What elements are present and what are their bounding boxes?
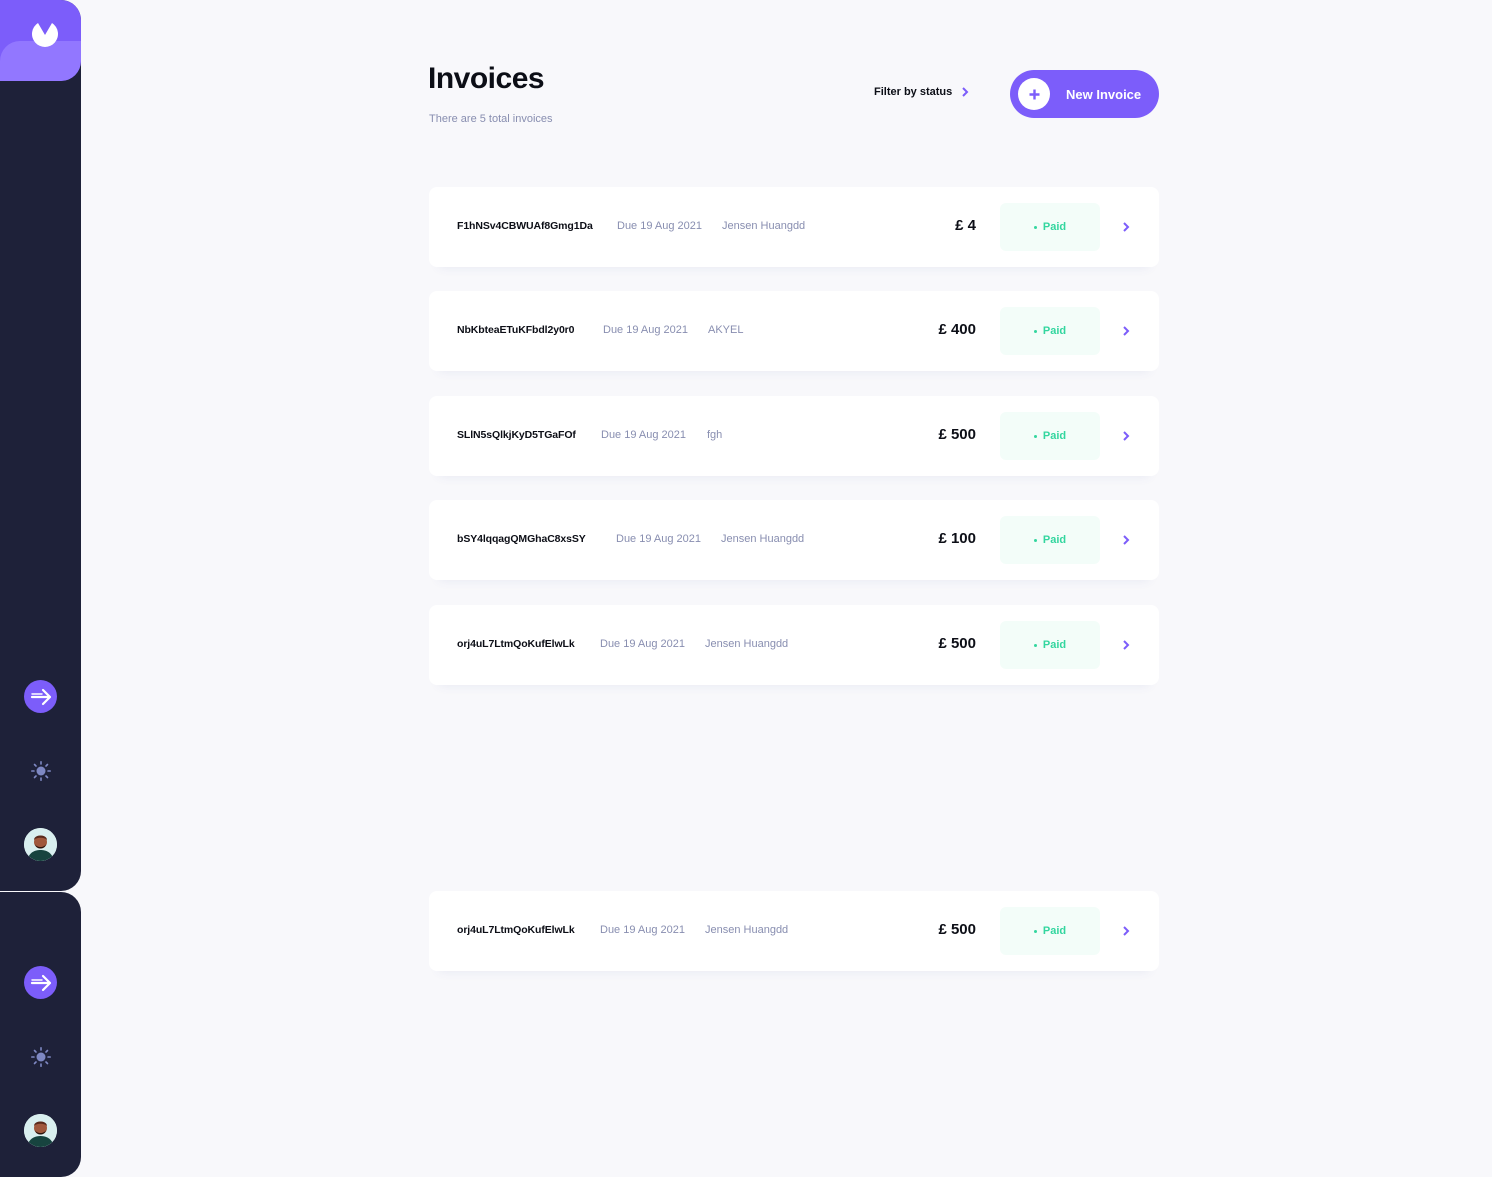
avatar-image [24,828,57,861]
filter-label: Filter by status [874,86,953,98]
invoice-due-date: Due 19 Aug 2021 [603,324,689,336]
status-badge: Paid [1000,412,1100,460]
status-label: Paid [1042,534,1067,546]
invoice-id: F1hNSv4CBWUAf8Gmg1Da [457,220,593,232]
arrow-right-button[interactable] [24,680,57,713]
logo[interactable] [0,0,81,81]
page-title: Invoices [428,62,545,95]
sidebar [0,0,81,891]
invoice-row[interactable]: NbKbteaETuKFbdl2y0r0 Due 19 Aug 2021 AKY… [429,291,1159,371]
invoice-client: Jensen Huangdd [705,638,789,650]
arrow-right-button[interactable] [24,966,57,999]
invoice-due-date: Due 19 Aug 2021 [601,429,687,441]
invoice-client: Jensen Huangdd [721,533,805,545]
invoice-amount: £ 100 [938,530,976,547]
chevron-right-icon [1123,431,1130,441]
status-badge: Paid [1000,307,1100,355]
plus-icon [1018,78,1050,110]
status-dot [1033,929,1037,933]
invoice-amount: £ 500 [938,426,976,443]
invoice-due-date: Due 19 Aug 2021 [617,220,703,232]
sun-icon [30,760,51,781]
invoice-id: SLlN5sQlkjKyD5TGaFOf [457,429,576,441]
invoice-row[interactable]: bSY4lqqagQMGhaC8xsSY Due 19 Aug 2021 Jen… [429,500,1159,580]
chevron-right-icon [1123,640,1130,650]
invoice-due-date: Due 19 Aug 2021 [600,924,686,936]
avatar[interactable] [24,828,57,861]
status-badge: Paid [1000,907,1100,955]
status-label: Paid [1042,325,1067,337]
invoice-amount: £ 400 [938,321,976,338]
arrow-right-icon [30,688,51,705]
status-label: Paid [1042,221,1067,233]
chevron-right-icon [1123,535,1130,545]
theme-toggle-button[interactable] [24,754,57,787]
logo-icon [32,23,58,47]
invoice-row[interactable]: orj4uL7LtmQoKufElwLk Due 19 Aug 2021 Jen… [429,605,1159,685]
new-invoice-label: New Invoice [1066,86,1142,102]
invoice-client: Jensen Huangdd [722,220,806,232]
status-dot [1033,538,1037,542]
status-badge: Paid [1000,203,1100,251]
invoice-id: NbKbteaETuKFbdl2y0r0 [457,324,575,336]
invoice-due-date: Due 19 Aug 2021 [600,638,686,650]
status-badge: Paid [1000,516,1100,564]
status-dot [1033,643,1037,647]
invoice-due-date: Due 19 Aug 2021 [616,533,702,545]
status-label: Paid [1042,430,1067,442]
invoice-row[interactable]: SLlN5sQlkjKyD5TGaFOf Due 19 Aug 2021 fgh… [429,396,1159,476]
status-dot [1033,329,1037,333]
status-label: Paid [1042,925,1067,937]
invoice-amount: £ 500 [938,921,976,938]
new-invoice-button[interactable]: New Invoice [1010,70,1159,118]
sidebar-duplicate [0,892,81,1177]
status-dot [1033,225,1037,229]
chevron-right-icon [1123,326,1130,336]
filter-by-status-dropdown[interactable]: Filter by status [874,86,969,98]
status-label: Paid [1042,639,1067,651]
sun-icon [30,1046,51,1067]
arrow-right-icon [30,974,51,991]
invoice-row[interactable]: F1hNSv4CBWUAf8Gmg1Da Due 19 Aug 2021 Jen… [429,187,1159,267]
invoice-amount: £ 500 [938,635,976,652]
avatar[interactable] [24,1114,57,1147]
invoice-id: orj4uL7LtmQoKufElwLk [457,638,575,650]
status-badge: Paid [1000,621,1100,669]
invoice-client: Jensen Huangdd [705,924,789,936]
chevron-right-icon [1123,222,1130,232]
invoice-amount: £ 4 [955,217,976,234]
invoice-client: AKYEL [708,324,744,336]
invoice-id: orj4uL7LtmQoKufElwLk [457,924,575,936]
avatar-image [24,1114,57,1147]
invoice-count-subtitle: There are 5 total invoices [429,113,553,125]
status-dot [1033,434,1037,438]
invoice-id: bSY4lqqagQMGhaC8xsSY [457,533,586,545]
theme-toggle-button[interactable] [24,1040,57,1073]
invoice-client: fgh [707,429,723,441]
chevron-right-icon [962,87,969,97]
chevron-right-icon [1123,926,1130,936]
invoice-row[interactable]: orj4uL7LtmQoKufElwLk Due 19 Aug 2021 Jen… [429,891,1159,971]
